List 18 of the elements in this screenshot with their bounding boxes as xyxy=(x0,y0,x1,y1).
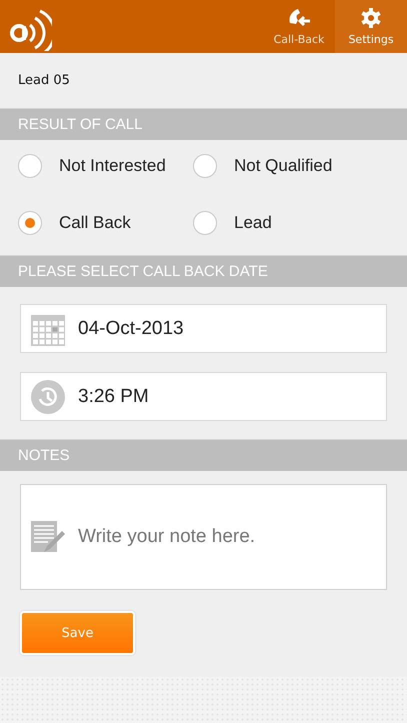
radio-option[interactable]: Lead xyxy=(193,204,407,240)
radio-button[interactable] xyxy=(193,210,217,234)
clock-icon xyxy=(30,378,66,414)
section-header: PLEASE SELECT CALL BACK DATE xyxy=(0,255,407,287)
section-header: RESULT OF CALL xyxy=(0,108,407,140)
lead-name: Lead 05 xyxy=(17,72,71,90)
radio-option[interactable]: Not Interested xyxy=(18,148,193,184)
radio-button[interactable] xyxy=(193,154,217,178)
settings-button[interactable]: Settings xyxy=(335,0,407,53)
time-field[interactable]: 3:26 PM xyxy=(20,372,387,421)
section-header: NOTES xyxy=(0,439,407,471)
notes-field[interactable]: Write your note here. xyxy=(76,525,386,549)
radio-button[interactable] xyxy=(18,154,42,178)
radio-option[interactable]: Call Back xyxy=(18,204,193,240)
radio-button[interactable] xyxy=(18,210,42,234)
radio-option[interactable]: Not Qualified xyxy=(193,148,407,184)
settings-icon xyxy=(360,7,382,29)
date-field[interactable]: 04-Oct-2013 xyxy=(20,304,387,353)
